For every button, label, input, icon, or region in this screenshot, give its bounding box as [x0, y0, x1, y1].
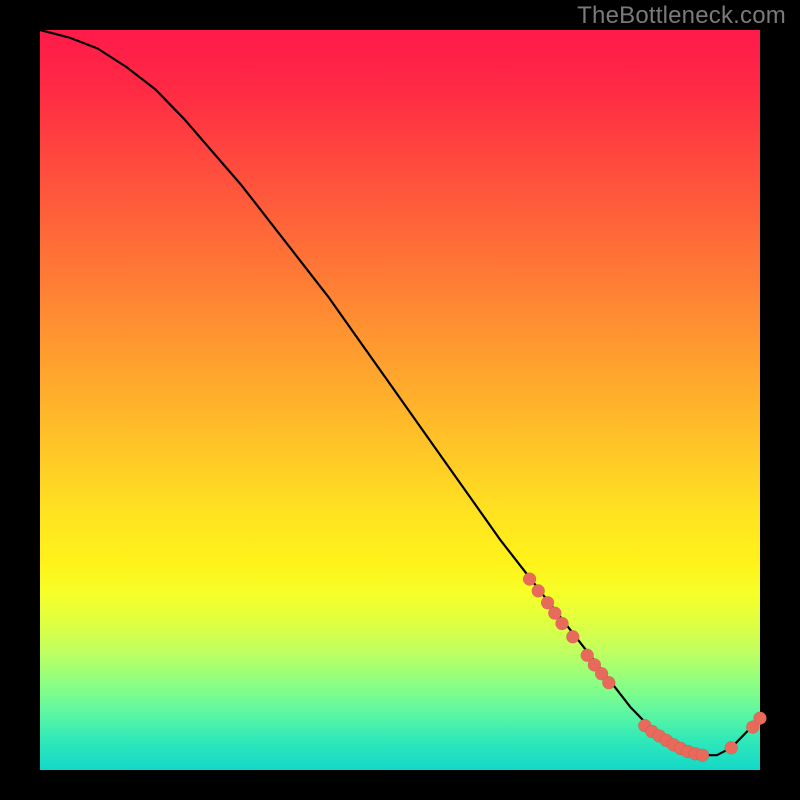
bottleneck-curve [40, 30, 760, 755]
watermark-text: TheBottleneck.com [577, 2, 786, 30]
data-point-marker [532, 584, 545, 597]
data-markers [523, 573, 766, 762]
plot-area [40, 30, 760, 770]
data-point-marker [602, 676, 615, 689]
data-point-marker [696, 749, 709, 762]
data-point-marker [725, 741, 738, 754]
data-point-marker [523, 573, 536, 586]
data-point-marker [566, 630, 579, 643]
data-point-marker [754, 712, 767, 725]
chart-frame: TheBottleneck.com [0, 0, 800, 800]
data-point-marker [556, 617, 569, 630]
chart-svg [40, 30, 760, 770]
